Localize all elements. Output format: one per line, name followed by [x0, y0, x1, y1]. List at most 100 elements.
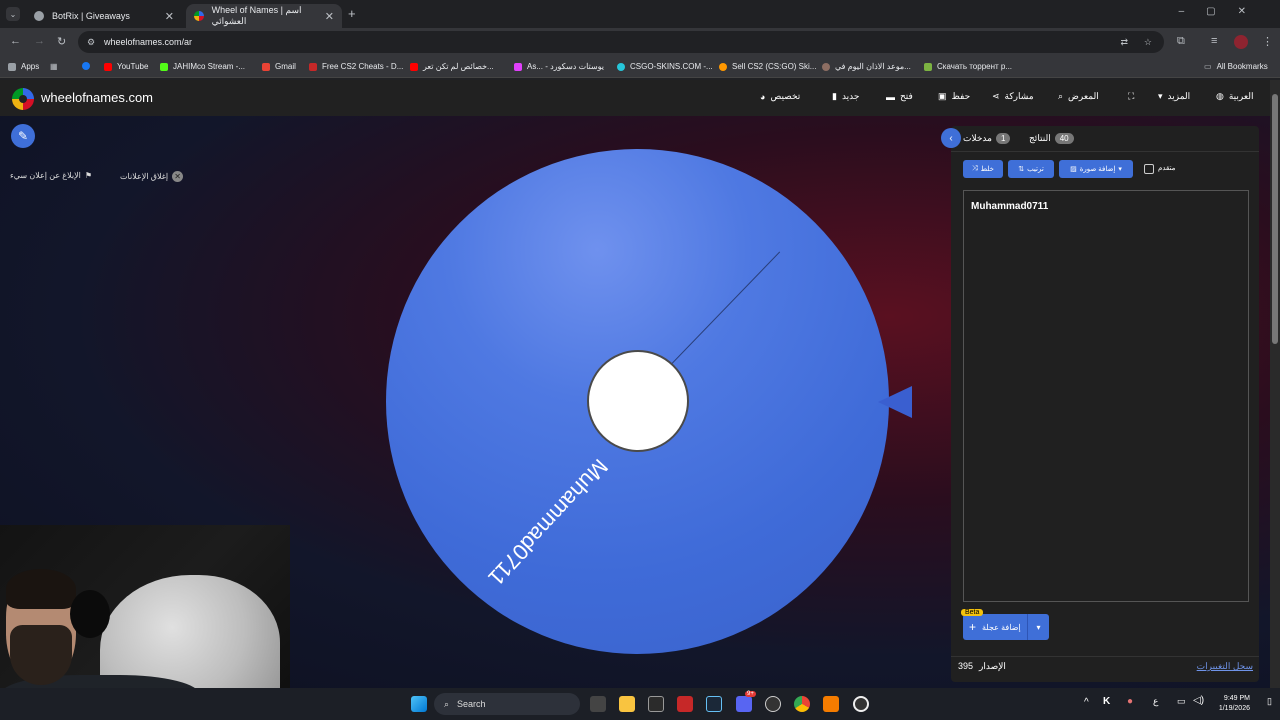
taskbar-clock[interactable]: 9:49 PM 1/19/2026: [1219, 694, 1250, 714]
taskbar-search[interactable]: ⌕ Search: [434, 693, 580, 715]
window-controls[interactable]: –▢✕: [1179, 6, 1268, 17]
tray-chevron-icon[interactable]: ^: [1084, 697, 1089, 708]
edit-pencil-icon[interactable]: ✎: [11, 124, 35, 148]
bookmark-youtube-video[interactable]: خصائص لم تكن تعر...: [410, 62, 494, 71]
translate-icon[interactable]: ⇄: [1120, 37, 1128, 48]
bookmark-jahimco[interactable]: JAHIMco Stream -...: [160, 62, 245, 71]
bookmark-torrent[interactable]: Скачать торрент р...: [924, 62, 1012, 71]
site-brand[interactable]: wheelofnames.com: [41, 90, 153, 105]
chevron-down-icon: ▾: [1118, 166, 1122, 173]
close-tab-icon[interactable]: ✕: [325, 10, 334, 23]
bookmark-prayer-times[interactable]: موعد الاذان اليوم في...: [822, 62, 911, 71]
chevron-down-icon[interactable]: ▾: [1027, 614, 1049, 640]
task-view-icon[interactable]: [590, 696, 606, 712]
tab-entries[interactable]: مدخلات 1: [963, 133, 1011, 144]
all-bookmarks[interactable]: ▭ All Bookmarks: [1204, 62, 1268, 71]
g-hub-icon[interactable]: [648, 696, 664, 712]
botrix-favicon-icon: [34, 11, 44, 21]
folder-icon: ▭: [1204, 62, 1212, 71]
gallery-button[interactable]: ⌕ المعرض: [1058, 91, 1099, 102]
volume-icon[interactable]: ◁): [1193, 695, 1204, 706]
changelog-link[interactable]: سجل التغييرات: [1197, 661, 1253, 672]
fullscreen-button[interactable]: ⛶: [1128, 91, 1134, 102]
search-label: Search: [457, 699, 486, 709]
wheel-logo-icon[interactable]: [12, 88, 34, 110]
entries-textarea[interactable]: Muhammad0711: [963, 190, 1249, 602]
site-info-icon[interactable]: ⚙: [87, 37, 95, 48]
microphone-icon[interactable]: ●: [1127, 696, 1133, 707]
network-icon[interactable]: ▭: [1177, 696, 1186, 707]
bookmark-sell-cs2[interactable]: Sell CS2 (CS:GO) Ski...: [719, 62, 816, 71]
url-input[interactable]: ⚙ wheelofnames.com/ar ⇄ ☆: [78, 31, 1164, 53]
app-icon[interactable]: [765, 696, 781, 712]
advanced-label: متقدم: [1158, 165, 1176, 172]
bookmark-discord-posts[interactable]: As... - يوستات دسكورد: [514, 62, 604, 71]
shuffle-button[interactable]: ⤨ خلط: [963, 160, 1003, 178]
profile-avatar[interactable]: [1234, 35, 1248, 49]
menu-label: المعرض: [1068, 91, 1099, 101]
bookmark-item[interactable]: [82, 62, 95, 70]
palette-icon: ◕: [760, 91, 766, 102]
bookmark-gmail[interactable]: Gmail: [262, 62, 296, 71]
bookmark-grid[interactable]: ▦: [50, 62, 58, 71]
open-button[interactable]: ▬ فتح: [886, 91, 913, 102]
obs-icon[interactable]: [853, 696, 869, 712]
more-menu[interactable]: ▾ المزيد: [1158, 91, 1190, 102]
report-ad-link[interactable]: الإبلاغ عن إعلان سيء ⚑: [10, 171, 92, 180]
add-image-button[interactable]: ▨ إضافة صورة ▾: [1059, 160, 1133, 178]
forward-icon[interactable]: →: [34, 35, 45, 47]
language-menu[interactable]: ◍ العربية: [1216, 91, 1253, 102]
bookmark-csgo-skins[interactable]: CSGO-SKINS.COM -...: [617, 62, 713, 71]
chrome-icon[interactable]: [794, 696, 810, 712]
tab-results[interactable]: النتائج 40: [1029, 133, 1074, 144]
back-icon[interactable]: ←: [10, 35, 21, 47]
steam-icon[interactable]: [706, 696, 722, 712]
site-icon: [309, 62, 317, 71]
reading-list-icon[interactable]: ≡: [1211, 35, 1217, 47]
wheel[interactable]: Muhammad0711: [386, 149, 889, 654]
file-explorer-icon[interactable]: [619, 696, 635, 712]
tray-app-icon[interactable]: K: [1103, 696, 1110, 707]
tab-title: Wheel of Names | اسم العشوائي: [211, 5, 302, 26]
save-button[interactable]: ▣ حفظ: [938, 91, 970, 102]
tab-botrix[interactable]: BotRix | Giveaways ✕: [26, 4, 182, 28]
bookmark-star-icon[interactable]: ☆: [1144, 37, 1152, 48]
scrollbar-thumb[interactable]: [1272, 94, 1278, 344]
share-button[interactable]: ⋖ مشاركة: [992, 91, 1034, 102]
entries-count-badge: 1: [995, 133, 1011, 144]
bookmark-apps[interactable]: Apps: [8, 62, 39, 71]
facebook-icon: [82, 62, 90, 70]
menu-kebab-icon[interactable]: ⋮: [1262, 35, 1273, 48]
app-icon[interactable]: [677, 696, 693, 712]
wheel-center-hub[interactable]: [587, 350, 689, 452]
close-ads-link[interactable]: إغلاق الإعلانات ✕: [120, 171, 184, 182]
tab-search-chevron-icon[interactable]: ⌄: [6, 7, 20, 21]
site-icon: [617, 62, 625, 71]
report-ad-label: الإبلاغ عن إعلان سيء: [10, 171, 81, 180]
reload-icon[interactable]: ↻: [57, 35, 66, 48]
sort-button[interactable]: ⇅ ترتيب: [1008, 160, 1054, 178]
page-scrollbar[interactable]: [1270, 80, 1280, 688]
input-language[interactable]: ع: [1153, 696, 1158, 707]
person-hair: [6, 569, 76, 609]
app-icon[interactable]: [823, 696, 839, 712]
tab-wheel-of-names[interactable]: Wheel of Names | اسم العشوائي ✕: [186, 4, 342, 28]
bookmark-cs2-cheats[interactable]: Free CS2 Cheats - D...: [309, 62, 403, 71]
advanced-checkbox[interactable]: [1144, 164, 1154, 174]
search-icon: ⌕: [444, 698, 450, 709]
customize-button[interactable]: ◕ تخصيص: [760, 91, 800, 102]
extensions-icon[interactable]: ⧉: [1177, 35, 1185, 48]
windows-start-icon[interactable]: [411, 696, 427, 712]
add-wheel-button[interactable]: + إضافة عجلة ▾: [963, 614, 1049, 640]
close-tab-icon[interactable]: ✕: [165, 10, 174, 23]
notification-bell-icon[interactable]: ▯: [1267, 696, 1272, 707]
wheel-slice-label: Muhammad0711: [483, 454, 613, 591]
url-text: wheelofnames.com/ar: [104, 37, 193, 47]
bookmark-youtube[interactable]: YouTube: [104, 62, 148, 71]
new-tab-icon[interactable]: +: [348, 6, 356, 21]
plus-icon: +: [969, 620, 977, 634]
flag-icon: ⚑: [84, 171, 93, 180]
discord-icon[interactable]: [736, 696, 752, 712]
collapse-panel-icon[interactable]: ‹: [941, 128, 961, 148]
new-button[interactable]: ▮ جديد: [832, 91, 859, 102]
